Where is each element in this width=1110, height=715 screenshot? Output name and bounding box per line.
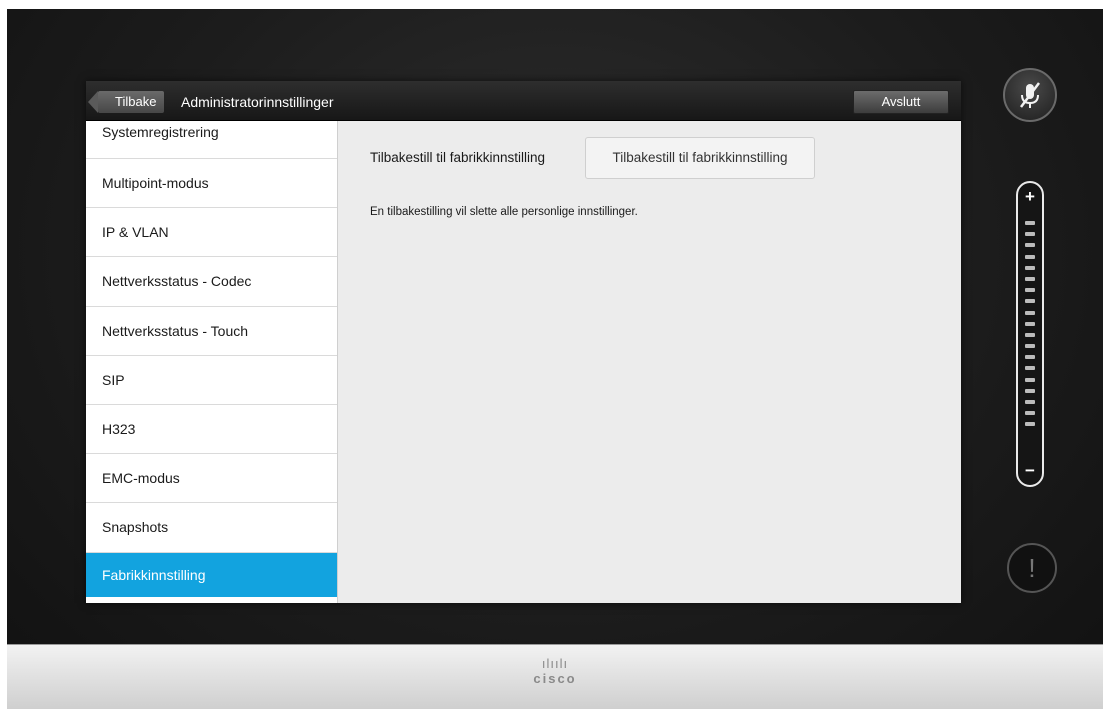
sidebar-item-label: IP & VLAN [102,224,169,241]
sidebar-item-label: EMC-modus [102,470,180,487]
sidebar-item-label: Nettverksstatus - Codec [102,273,252,290]
sidebar-item-label: H323 [102,420,136,437]
sidebar-item-factory-reset[interactable]: Fabrikkinnstilling [86,552,337,597]
sidebar-item-ip-vlan[interactable]: IP & VLAN [86,208,337,258]
title-bar: Tilbake Administratorinnstillinger Avslu… [86,81,961,121]
device-frame: Tilbake Administratorinnstillinger Avslu… [7,9,1103,709]
volume-up-icon[interactable]: + [1018,187,1042,207]
sidebar-item-label: Snapshots [102,519,169,536]
sidebar-item-system-registration[interactable]: Systemregistrering [86,121,337,159]
exit-button[interactable]: Avslutt [853,90,949,114]
volume-level-ticks [1025,221,1035,434]
sidebar-item-h323[interactable]: H323 [86,405,337,455]
microphone-muted-icon [1020,82,1040,108]
sidebar-item-network-codec[interactable]: Nettverksstatus - Codec [86,257,337,307]
mute-button[interactable] [1003,68,1057,122]
alert-button[interactable]: ! [1007,543,1057,593]
volume-down-icon[interactable]: − [1018,461,1042,481]
sidebar-item-label: Multipoint-modus [102,175,209,191]
sidebar-item-multipoint[interactable]: Multipoint-modus [86,159,337,209]
cisco-logo: ılıılı cisco [7,657,1103,687]
settings-window: Tilbake Administratorinnstillinger Avslu… [86,81,961,603]
cisco-wordmark: cisco [533,671,577,686]
volume-slider[interactable]: + − [1016,181,1044,487]
sidebar: Systemregistrering Multipoint-modus IP &… [86,121,338,603]
back-button[interactable]: Tilbake [87,91,165,113]
page-title: Administratorinnstillinger [181,94,334,110]
main-panel: Tilbakestill til fabrikkinnstilling Tilb… [339,121,961,603]
sidebar-item-label: Systemregistrering [102,124,219,140]
factory-reset-label: Tilbakestill til fabrikkinnstilling [370,150,546,165]
sidebar-item-label: Fabrikkinnstilling [102,566,206,583]
factory-reset-button[interactable]: Tilbakestill til fabrikkinnstilling [585,137,815,179]
sidebar-item-emc-mode[interactable]: EMC-modus [86,454,337,504]
sidebar-item-snapshots[interactable]: Snapshots [86,503,337,553]
cisco-bars-icon: ılıılı [541,656,569,671]
sidebar-item-network-touch[interactable]: Nettverksstatus - Touch [86,307,337,356]
sidebar-item-label: Nettverksstatus - Touch [102,322,249,339]
sidebar-item-label: SIP [102,371,125,388]
reset-info-text: En tilbakestilling vil slette alle perso… [370,206,638,218]
bottom-bezel: ılıılı cisco [7,644,1103,709]
sidebar-item-sip[interactable]: SIP [86,356,337,405]
